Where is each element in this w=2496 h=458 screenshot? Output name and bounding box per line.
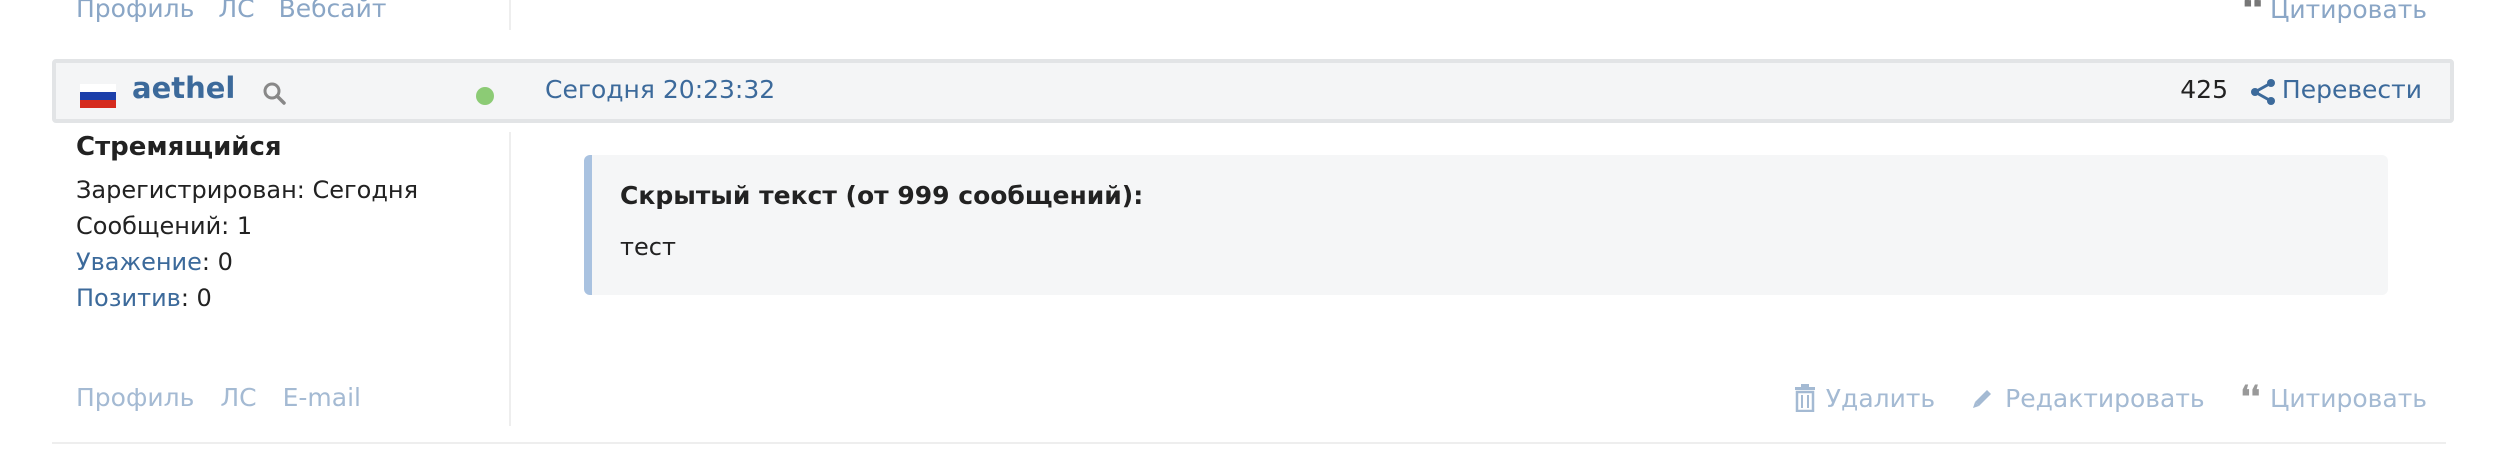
column-divider [509,0,511,30]
hidden-text-block: Скрытый текст (от 999 сообщений): тест [584,155,2388,295]
user-positive: Позитив: 0 [76,284,212,312]
pm-link[interactable]: ЛС [220,383,256,412]
registered-label: Зарегистрирован: [76,176,305,204]
profile-link[interactable]: Профиль [76,383,194,412]
translate-link[interactable]: Перевести [2282,75,2422,104]
user-rank: Стремящийся [76,132,282,162]
quote-icon: ❛❛ [2242,0,2263,26]
post-timestamp[interactable]: Сегодня 20:23:32 [545,75,775,104]
user-messages: Сообщений: 1 [76,208,418,244]
edit-button[interactable]: Редактировать [1971,384,2205,413]
forum-page: Профиль ЛС Вебсайт ❛❛ Цитировать aethel … [0,0,2496,458]
delete-label: Удалить [1825,383,1936,413]
post-number: 425 [2180,75,2228,104]
post-header: aethel Сегодня 20:23:32 425 Перевести [52,59,2454,123]
messages-value: 1 [236,212,253,240]
hidden-text-body: тест [620,233,676,261]
post-footer-links: Профиль ЛС E-mail [76,383,361,412]
positive-link[interactable]: Позитив [76,284,181,312]
quote-icon: ❛❛ [2240,380,2261,415]
column-divider [509,132,511,426]
user-registered: Зарегистрирован: Сегодня [76,172,418,208]
previous-profile-link[interactable]: Профиль [76,0,194,23]
pencil-icon [1973,390,1992,408]
post-actions: Удалить Редактировать ❛❛ Цитировать [1794,383,2427,413]
previous-post-links: Профиль ЛС Вебсайт [76,0,386,23]
trash-icon [1794,384,1815,412]
russia-flag-icon [80,84,116,108]
delete-button[interactable]: Удалить [1794,384,1935,413]
previous-quote-button[interactable]: ❛❛ Цитировать [2243,0,2427,24]
post-bottom-divider [52,442,2446,444]
online-status-indicator [476,87,494,105]
email-link[interactable]: E-mail [283,383,361,412]
previous-quote-label: Цитировать [2270,0,2427,24]
previous-pm-link[interactable]: ЛС [218,0,254,23]
username-link[interactable]: aethel [132,71,235,105]
messages-label: Сообщений: [76,212,230,240]
respect-value: 0 [217,248,233,276]
previous-website-link[interactable]: Вебсайт [279,0,387,23]
registered-value: Сегодня [312,176,419,204]
edit-label: Редактировать [2005,383,2205,413]
share-icon[interactable] [2248,77,2278,107]
search-icon[interactable] [262,81,286,105]
user-info: Стремящийся Зарегистрирован: Сегодня Соо… [76,132,418,316]
quote-button[interactable]: ❛❛ Цитировать [2241,383,2427,413]
positive-value: 0 [196,284,212,312]
user-respect: Уважение: 0 [76,248,233,276]
hidden-text-title: Скрытый текст (от 999 сообщений): [620,181,1144,210]
respect-link[interactable]: Уважение [76,248,202,276]
quote-label: Цитировать [2270,383,2427,413]
